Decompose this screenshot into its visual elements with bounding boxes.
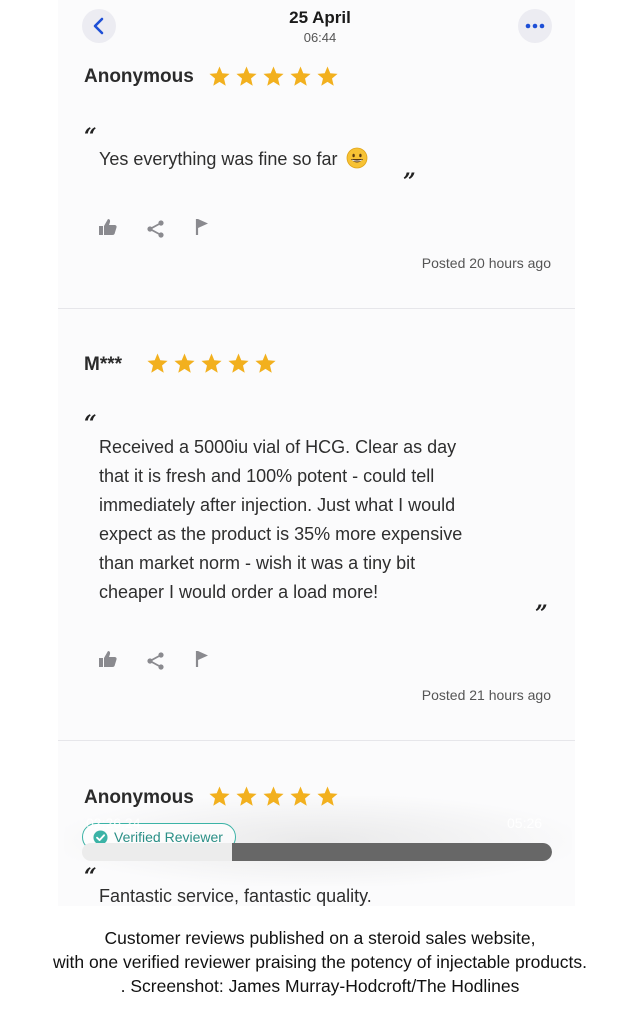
star-icon	[290, 66, 311, 86]
open-quote-icon: “	[84, 864, 97, 890]
star-icon	[236, 66, 257, 86]
star-icon	[317, 786, 338, 806]
thumbs-up-icon[interactable]	[98, 649, 118, 669]
video-scrubber-fill	[232, 843, 552, 861]
review-line: Yes everything was fine so far	[99, 149, 338, 169]
reviewer-name: Anonymous	[84, 787, 194, 808]
caption-line: . Screenshot: James Murray-Hodcroft/The …	[120, 976, 520, 996]
share-icon[interactable]	[146, 651, 166, 671]
posted-time: Posted 20 hours ago	[421, 255, 551, 271]
star-rating	[146, 352, 277, 375]
image-caption: Customer reviews published on a steroid …	[0, 926, 640, 998]
caption-line: Customer reviews published on a steroid …	[104, 928, 536, 948]
star-icon	[263, 66, 284, 86]
video-duration: 05:26	[507, 815, 543, 831]
open-quote-icon: “	[84, 411, 97, 437]
flag-icon[interactable]	[193, 649, 213, 669]
star-icon	[174, 353, 195, 373]
review-line: immediately after injection. Just what I…	[99, 495, 456, 515]
review-text: Received a 5000iu vial of HCG. Clear as …	[99, 433, 539, 607]
close-quote-icon: ”	[535, 601, 548, 627]
star-icon	[201, 353, 222, 373]
share-icon[interactable]	[146, 219, 166, 239]
phone-screen: 25 April 06:44 Anonymous “ Yes everythin…	[0, 0, 640, 906]
star-icon	[317, 66, 338, 86]
star-icon	[236, 786, 257, 806]
posted-time: Posted 21 hours ago	[421, 687, 551, 703]
review-line: expect as the product is 35% more expens…	[99, 524, 463, 544]
more-dots-icon	[525, 23, 545, 29]
grinning-face-emoji-icon	[347, 147, 368, 169]
star-icon	[263, 786, 284, 806]
thumbs-up-icon[interactable]	[98, 217, 118, 237]
review-line: cheaper I would order a load more!	[99, 582, 379, 602]
video-current-time: 02:26.24	[86, 815, 141, 831]
star-rating	[208, 785, 339, 808]
caption-line: with one verified reviewer praising the …	[52, 952, 588, 972]
star-icon	[228, 353, 249, 373]
review-text: Yes everything was fine so far	[99, 145, 539, 174]
reviewer-name: M***	[84, 354, 123, 375]
star-icon	[209, 66, 230, 86]
review-line: Received a 5000iu vial of HCG. Clear as …	[99, 437, 457, 457]
review-line: that it is fresh and 100% potent - could…	[99, 466, 435, 486]
reviewer-name: Anonymous	[84, 66, 194, 87]
flag-icon[interactable]	[193, 217, 213, 237]
review-line: Fantastic service, fantastic quality.	[99, 886, 372, 906]
open-quote-icon: “	[84, 124, 97, 150]
more-options-button[interactable]	[518, 9, 552, 43]
review-text: Fantastic service, fantastic quality.	[99, 882, 539, 906]
star-icon	[255, 353, 276, 373]
review-line: than market norm - wish it was a tiny bi…	[99, 553, 416, 573]
star-rating	[208, 65, 339, 88]
star-icon	[290, 786, 311, 806]
video-scrubber[interactable]	[82, 843, 552, 861]
star-icon	[147, 353, 168, 373]
star-icon	[209, 786, 230, 806]
close-quote-icon: ”	[403, 169, 416, 195]
